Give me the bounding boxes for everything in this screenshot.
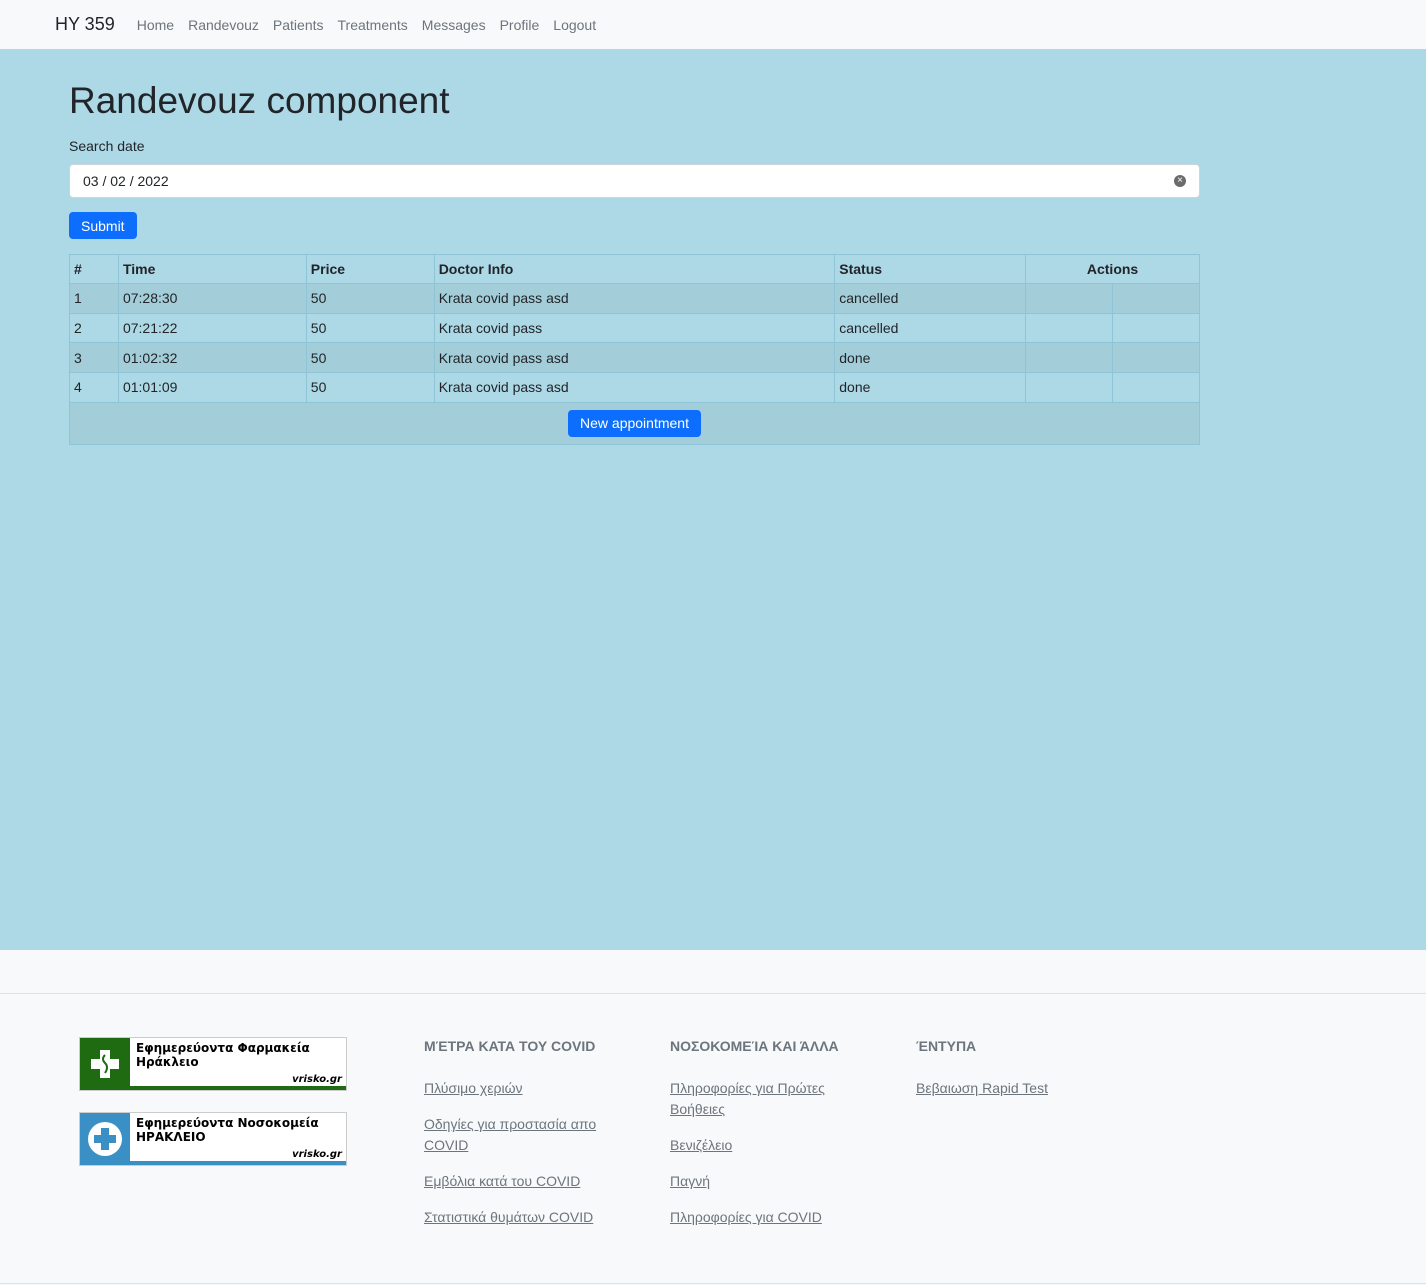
cell-action-2 — [1112, 283, 1200, 314]
cell-action-2 — [1112, 372, 1200, 403]
footer-bottom-divider — [0, 1283, 1426, 1284]
new-appointment-cell: New appointment — [69, 401, 1200, 445]
footer-column-covid-measures: ΜΈΤΡΑ ΚΑΤΑ ΤΟΥ COVID Πλύσιμο χεριών Οδηγ… — [424, 1038, 604, 1243]
page-footer: Εφημερεύοντα Φαρμακεία Ηράκλειο vrisko.g… — [0, 950, 1426, 1285]
cell-action-1 — [1025, 372, 1114, 403]
table-row: 1 07:28:30 50 Krata covid pass asd cance… — [69, 283, 1200, 314]
cell-time: 07:28:30 — [117, 283, 307, 314]
vrisko-logo: vrisko.gr — [292, 1149, 342, 1160]
cell-status: cancelled — [834, 312, 1027, 344]
header-price: Price — [305, 254, 435, 284]
new-appointment-button[interactable]: New appointment — [568, 409, 701, 437]
footer-link[interactable]: Πλύσιμο χεριών — [424, 1078, 604, 1099]
footer-link[interactable]: Εμβόλια κατά του COVID — [424, 1171, 604, 1192]
cell-price: 50 — [305, 372, 435, 403]
cell-status: cancelled — [834, 283, 1027, 314]
footer-link[interactable]: Πληροφορίες για Πρώτες Βοήθειες — [670, 1078, 850, 1120]
cell-num: 2 — [69, 312, 119, 344]
cell-action-1 — [1025, 342, 1114, 374]
cell-price: 50 — [305, 342, 435, 374]
banner-line1: Εφημερεύοντα Φαρμακεία — [136, 1041, 310, 1055]
header-num: # — [69, 254, 119, 284]
cell-doctor: Krata covid pass — [433, 312, 836, 344]
cell-action-2 — [1112, 312, 1200, 344]
cell-num: 1 — [69, 283, 119, 314]
footer-link[interactable]: Πληροφορίες για COVID — [670, 1207, 850, 1228]
banner-strip — [130, 1086, 346, 1090]
nav-profile[interactable]: Profile — [500, 17, 540, 33]
footer-column-hospitals: ΝΟΣΟΚΟΜΕΊΑ ΚΑΙ ΆΛΛΑ Πληροφορίες για Πρώτ… — [670, 1038, 850, 1243]
cell-action-2 — [1112, 342, 1200, 374]
submit-button[interactable]: Submit — [69, 212, 137, 239]
main-content: Randevouz component Search date 03 / 02 … — [0, 49, 1426, 950]
top-navbar: HY 359 Home Randevouz Patients Treatment… — [0, 0, 1426, 49]
header-status: Status — [834, 254, 1027, 284]
cell-time: 07:21:22 — [117, 312, 307, 344]
cell-price: 50 — [305, 312, 435, 344]
cell-num: 4 — [69, 372, 119, 403]
header-time: Time — [117, 254, 307, 284]
table-footer-row: New appointment — [69, 401, 1200, 445]
cell-doctor: Krata covid pass asd — [433, 342, 836, 374]
brand[interactable]: HY 359 — [55, 14, 115, 35]
clear-icon[interactable]: × — [1174, 175, 1186, 187]
table-row: 2 07:21:22 50 Krata covid pass cancelled — [69, 312, 1200, 344]
footer-link[interactable]: Βεβαιωση Rapid Test — [916, 1078, 1096, 1099]
nav-treatments[interactable]: Treatments — [338, 17, 408, 33]
cell-time: 01:01:09 — [117, 372, 307, 403]
table-row: 3 01:02:32 50 Krata covid pass asd done — [69, 342, 1200, 374]
nav-messages[interactable]: Messages — [422, 17, 486, 33]
footer-link[interactable]: Οδηγίες για προστασία απο COVID — [424, 1114, 604, 1156]
banner-strip — [130, 1161, 346, 1165]
footer-link[interactable]: Στατιστικά θυμάτων COVID — [424, 1207, 604, 1228]
table-header-row: # Time Price Doctor Info Status Actions — [69, 254, 1200, 284]
page-title: Randevouz component — [69, 80, 450, 121]
table-row: 4 01:01:09 50 Krata covid pass asd done — [69, 372, 1200, 403]
footer-heading: ΜΈΤΡΑ ΚΑΤΑ ΤΟΥ COVID — [424, 1038, 596, 1054]
footer-divider — [0, 993, 1426, 994]
cell-doctor: Krata covid pass asd — [433, 372, 836, 403]
cell-num: 3 — [69, 342, 119, 374]
vrisko-logo: vrisko.gr — [292, 1074, 342, 1085]
cell-action-1 — [1025, 312, 1114, 344]
cell-price: 50 — [305, 283, 435, 314]
footer-heading: ΈΝΤΥΠΑ — [916, 1038, 977, 1054]
search-date-input[interactable]: 03 / 02 / 2022 × — [69, 164, 1200, 198]
cell-time: 01:02:32 — [117, 342, 307, 374]
search-date-label: Search date — [69, 138, 145, 154]
banner-line2: Ηράκλειο — [136, 1055, 199, 1069]
cell-status: done — [834, 372, 1027, 403]
nav-patients[interactable]: Patients — [273, 17, 324, 33]
cell-status: done — [834, 342, 1027, 374]
nav-home[interactable]: Home — [137, 17, 174, 33]
footer-heading: ΝΟΣΟΚΟΜΕΊΑ ΚΑΙ ΆΛΛΑ — [670, 1038, 839, 1054]
header-doctor-info: Doctor Info — [433, 254, 836, 284]
header-actions: Actions — [1025, 254, 1200, 284]
nav-randevouz[interactable]: Randevouz — [188, 17, 259, 33]
date-value: 03 / 02 / 2022 — [83, 173, 169, 189]
footer-link[interactable]: Παγνή — [670, 1171, 850, 1192]
hospitals-banner[interactable]: Εφημερεύοντα Νοσοκομεία ΗΡΑΚΛΕΙΟ vrisko.… — [79, 1112, 347, 1166]
banner-line1: Εφημερεύοντα Νοσοκομεία — [136, 1116, 319, 1130]
hospital-cross-icon — [80, 1113, 130, 1165]
cell-doctor: Krata covid pass asd — [433, 283, 836, 314]
banner-line2: ΗΡΑΚΛΕΙΟ — [136, 1130, 206, 1144]
pharmacy-cross-icon — [80, 1038, 130, 1090]
footer-column-forms: ΈΝΤΥΠΑ Βεβαιωση Rapid Test — [916, 1038, 1096, 1114]
cell-action-1 — [1025, 283, 1114, 314]
footer-link[interactable]: Βενιζέλειο — [670, 1135, 850, 1156]
appointments-table: # Time Price Doctor Info Status Actions … — [69, 254, 1200, 445]
nav-logout[interactable]: Logout — [553, 17, 596, 33]
pharmacies-banner[interactable]: Εφημερεύοντα Φαρμακεία Ηράκλειο vrisko.g… — [79, 1037, 347, 1091]
